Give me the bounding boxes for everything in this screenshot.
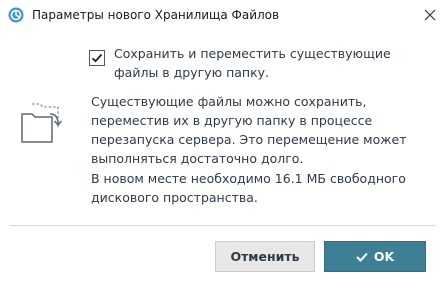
title-bar: Параметры нового Хранилища Файлов [0,0,446,30]
window-title: Параметры нового Хранилища Файлов [32,8,280,22]
app-logo-icon [8,7,24,23]
space-requirement: В новом месте необходимо 16.1 МБ свободн… [91,171,406,205]
move-files-checkbox[interactable] [89,50,105,66]
close-icon [424,6,436,25]
ok-button[interactable]: OK [324,241,426,272]
dialog-window: Параметры нового Хранилища Файлов Сохран… [0,0,446,288]
ok-button-label: OK [373,249,395,264]
folder-move-icon [18,100,66,146]
close-button[interactable] [414,0,446,30]
footer-divider [10,225,436,226]
cancel-button[interactable]: Отменить [215,241,315,272]
checkmark-icon [91,53,103,63]
move-files-label[interactable]: Сохранить и переместить существующие фай… [114,44,434,82]
check-icon [356,252,368,262]
move-description: Существующие файлы можно сохранить, пере… [91,94,407,166]
cancel-button-label: Отменить [230,249,300,264]
